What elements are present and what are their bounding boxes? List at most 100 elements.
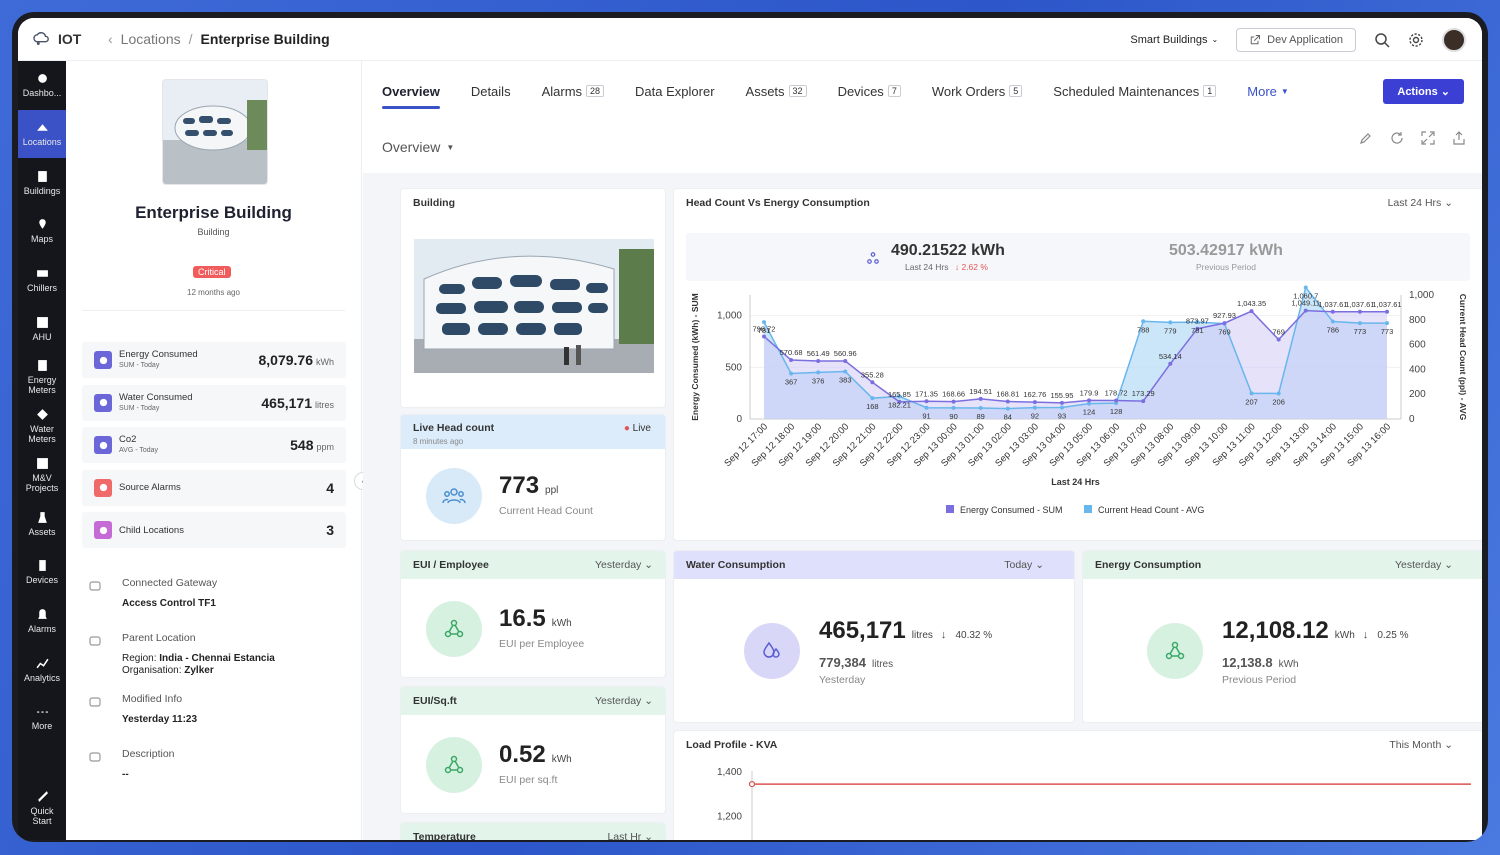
head-count-data-label: 168 (866, 402, 879, 411)
status-badge: Critical (193, 266, 231, 278)
user-avatar[interactable] (1442, 27, 1466, 52)
building-photo (414, 239, 654, 373)
water-change: 40.32 % (955, 630, 993, 641)
info-value: Yesterday 11:23 (122, 714, 198, 725)
live-headcount-value: 773 (499, 472, 540, 499)
stat-row[interactable]: Energy Consumed SUM - Today 8,079.76 kWh (82, 342, 346, 378)
nav-item-devices[interactable]: Devices (18, 548, 66, 597)
tab-work-orders[interactable]: Work Orders 5 (932, 61, 1023, 121)
nav-icon (37, 360, 47, 372)
brand-logo[interactable]: IOT (18, 30, 102, 48)
actions-label: Actions (1397, 86, 1438, 98)
nav-label: Dashbo... (22, 88, 62, 99)
nav-item-chillers[interactable]: Chillers (18, 256, 66, 305)
stat-row[interactable]: Co2 AVG - Today 548 ppm (82, 427, 346, 463)
dev-application-label: Dev Application (1267, 33, 1343, 46)
nav-item-energy-meters[interactable]: Energy Meters (18, 353, 66, 402)
dev-application-button[interactable]: Dev Application (1236, 27, 1356, 52)
user-icon (89, 697, 101, 707)
tab-label: Assets (745, 83, 785, 99)
head-count-data-label: 781 (758, 326, 771, 335)
tab-count: 1 (1203, 85, 1217, 97)
tab-scheduled-maintenances[interactable]: Scheduled Maintenances 1 (1053, 61, 1217, 121)
edit-icon[interactable] (1359, 131, 1373, 145)
nav-icon (37, 608, 47, 619)
energy-point (924, 399, 929, 404)
tab-alarms[interactable]: Alarms 28 (542, 61, 605, 121)
nav-item-maps[interactable]: Maps (18, 207, 66, 256)
water-consumption-period[interactable]: Today ⌄ (1004, 559, 1044, 571)
energy-data-label: 173.29 (1132, 389, 1155, 398)
gear-icon[interactable] (1408, 32, 1424, 48)
tab-details[interactable]: Details (471, 61, 511, 121)
eui-employee-period[interactable]: Yesterday ⌄ (595, 559, 653, 571)
nav-item-buildings[interactable]: Buildings (18, 158, 66, 207)
share-icon[interactable] (1452, 131, 1466, 145)
y-tick-label: 500 (725, 362, 742, 373)
nav-icon (36, 457, 48, 469)
tab-data-explorer[interactable]: Data Explorer (635, 61, 714, 121)
energy-consumption-period[interactable]: Yesterday ⌄ (1395, 559, 1453, 571)
y2-tick-label: 0 (1409, 414, 1415, 425)
stat-value: 8,079.76 (258, 352, 314, 368)
actions-button[interactable]: Actions ⌄ (1383, 79, 1464, 104)
nav-item-assets[interactable]: Assets (18, 499, 66, 548)
headcount-energy-period[interactable]: Last 24 Hrs ⌄ (1388, 197, 1453, 209)
head-count-point (843, 369, 848, 374)
search-icon[interactable] (1374, 32, 1390, 48)
tab-count: 28 (586, 85, 605, 97)
stat-row[interactable]: Child Locations 3 (82, 512, 346, 548)
stat-row[interactable]: Source Alarms 4 (82, 469, 346, 506)
top-bar: IOT ‹ Locations / Enterprise Building Sm… (18, 18, 1482, 61)
fullscreen-icon[interactable] (1421, 131, 1435, 145)
eui-sqft-card: EUI/Sq.ft Yesterday ⌄ 0.52 kWh EUI per sq.… (400, 686, 666, 814)
nav-item-quick-start[interactable]: Quick Start (18, 783, 66, 832)
nav-label: Chillers (26, 283, 57, 294)
energy-point (1141, 399, 1146, 404)
refresh-icon[interactable] (1390, 131, 1404, 145)
back-chevron-icon[interactable]: ‹ (108, 31, 113, 47)
nav-item-water-meters[interactable]: Water Meters (18, 402, 66, 451)
stat-glyph-icon (99, 398, 107, 407)
water-prev-label: Yesterday (819, 674, 866, 686)
nav-item-alarms[interactable]: Alarms (18, 597, 66, 646)
eui-sqft-period[interactable]: Yesterday ⌄ (595, 695, 653, 707)
overview-dropdown[interactable]: Overview ▼ (382, 139, 454, 155)
breadcrumb-parent[interactable]: Locations (121, 31, 181, 47)
temperature-card: Temperature Last Hr ⌄ (400, 822, 666, 840)
energy-data-label: 179.9 (1080, 388, 1099, 397)
org-selector[interactable]: Smart Buildings ⌄ (1130, 34, 1218, 46)
nav-item-locations[interactable]: Locations (18, 109, 66, 159)
load-profile-period[interactable]: This Month ⌄ (1389, 739, 1453, 751)
energy-data-label: 165.85 (888, 390, 911, 399)
toolbar-icons (1359, 131, 1466, 145)
tab-more[interactable]: More ▼ (1247, 61, 1289, 121)
breadcrumb: ‹ Locations / Enterprise Building (108, 31, 330, 47)
comparison-banner: 490.21522 kWh Last 24 Hrs ↓ 2.62 % 503.4… (686, 233, 1470, 281)
load-profile-period-label: This Month (1389, 739, 1442, 751)
live-headcount-updated: 8 minutes ago (413, 437, 464, 446)
tab-assets[interactable]: Assets 32 (746, 61, 807, 121)
nav-label: More (31, 721, 53, 732)
head-count-data-label: 128 (1110, 407, 1123, 416)
energy-data-label: 1,037.61 (1372, 300, 1401, 309)
energy-point (978, 396, 983, 401)
nav-item-analytics[interactable]: Analytics (18, 645, 66, 694)
nav-item-m-v-projects[interactable]: M&V Projects (18, 451, 66, 500)
live-badge: Live (632, 423, 651, 434)
stat-row[interactable]: Water Consumed SUM - Today 465,171 litres (82, 384, 346, 421)
head-count-data-label: 383 (839, 376, 852, 385)
energy-point (1385, 309, 1389, 314)
energy-point (870, 380, 875, 385)
energy-change: 0.25 % (1377, 630, 1409, 641)
cloud-logo-icon (33, 32, 49, 45)
temperature-period[interactable]: Last Hr ⌄ (607, 831, 653, 840)
nav-item-ahu[interactable]: AHU (18, 304, 66, 353)
tab-devices[interactable]: Devices 7 (838, 61, 901, 121)
nav-item-more[interactable]: More (18, 694, 66, 743)
nav-item-dashbo[interactable]: Dashbo... (18, 61, 66, 110)
stat-glyph-icon (99, 356, 107, 364)
tab-overview[interactable]: Overview (382, 61, 440, 121)
info-block: Parent Location Region: India - Chennai E… (88, 632, 338, 677)
y-tick-label: 1,200 (717, 812, 742, 823)
